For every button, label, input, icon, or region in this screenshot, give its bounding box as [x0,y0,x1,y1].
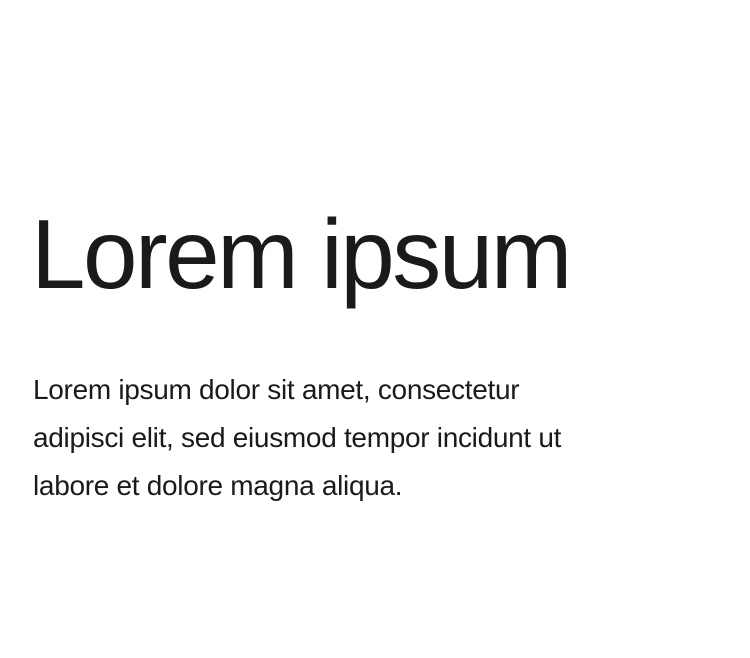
paragraph-line: Lorem ipsum dolor sit amet, consectetur [33,374,520,405]
paragraph-line: labore et dolore magna aliqua. [33,470,403,501]
body-paragraph: Lorem ipsum dolor sit amet, consectetur … [33,366,561,510]
paragraph-line: adipisci elit, sed eiusmod tempor incidu… [33,422,562,453]
page-title: Lorem ipsum [31,199,572,309]
